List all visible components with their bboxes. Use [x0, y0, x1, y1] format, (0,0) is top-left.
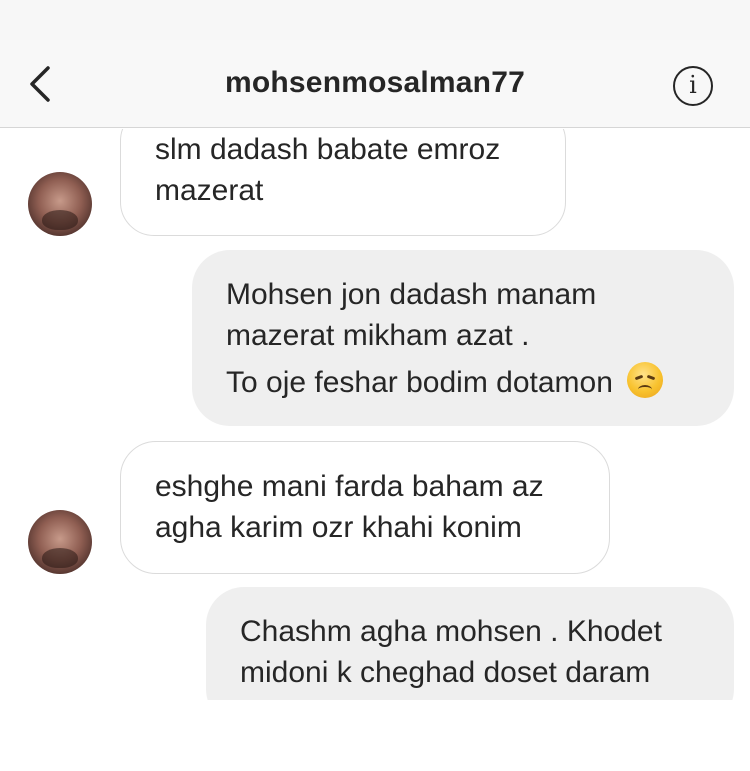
- status-bar: [0, 0, 750, 40]
- message-line: To oje feshar bodim dotamon: [226, 362, 700, 403]
- message-line: mazerat mikham azat .: [226, 319, 530, 352]
- info-circle-icon: i: [689, 71, 697, 99]
- message-line: agha karim ozr khahi konim: [155, 511, 522, 544]
- message-thread[interactable]: slm dadash babate emroz mazerat Mohsen j…: [0, 129, 750, 771]
- message-line: eshghe mani farda baham az: [155, 470, 544, 503]
- message-line: Chashm agha mohsen . Khodet: [240, 615, 662, 648]
- conversation-title[interactable]: mohsenmosalman77: [0, 66, 750, 100]
- chat-header: mohsenmosalman77 i: [0, 40, 750, 128]
- message-line: Mohsen jon dadash manam: [226, 278, 597, 311]
- info-button[interactable]: i: [673, 66, 713, 106]
- incoming-message-bubble[interactable]: eshghe mani farda baham az agha karim oz…: [120, 441, 610, 574]
- sender-avatar[interactable]: [28, 172, 92, 236]
- message-text: To oje feshar bodim dotamon: [226, 366, 613, 399]
- disappointed-face-emoji-icon: [627, 362, 664, 398]
- message-line: mazerat: [155, 174, 264, 207]
- message-line: midoni k cheghad doset daram: [240, 656, 651, 689]
- outgoing-message-bubble[interactable]: Mohsen jon dadash manam mazerat mikham a…: [192, 250, 734, 426]
- sender-avatar[interactable]: [28, 510, 92, 574]
- message-line: slm dadash babate emroz: [155, 133, 501, 166]
- incoming-message-bubble[interactable]: slm dadash babate emroz mazerat: [120, 129, 566, 236]
- composer-area: [0, 700, 750, 771]
